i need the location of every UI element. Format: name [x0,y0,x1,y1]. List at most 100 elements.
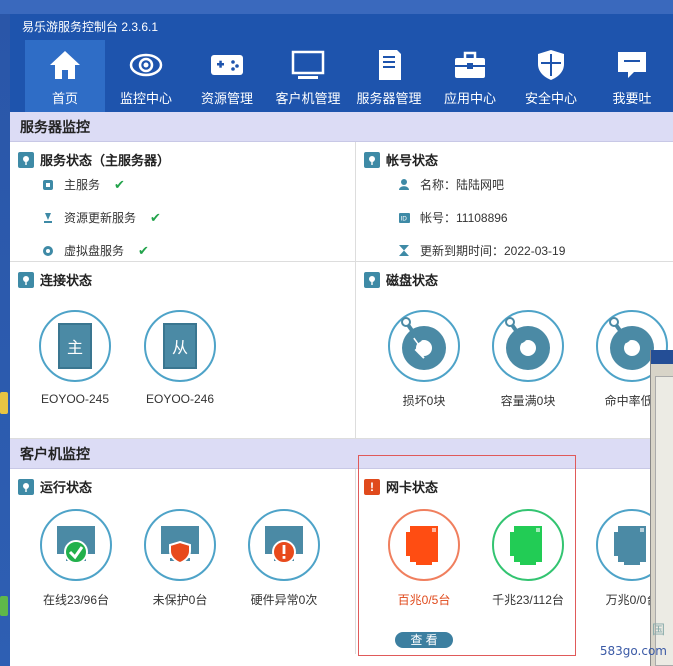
nav-item-app-center[interactable]: 应用中心 [430,40,510,112]
nav-item-home[interactable]: 首页 [25,40,105,112]
client-label: 未保护0台 [152,593,208,607]
watermark-char: 国 [651,622,665,637]
desktop-shortcut-icon[interactable] [0,392,8,414]
view-button[interactable]: 查 看 [395,632,453,648]
service-label: 主服务 [64,178,101,192]
check-icon: ✔ [114,176,125,192]
panel-title-label: 帐号状态 [386,153,439,168]
disk-circle [388,310,460,382]
disk-label: 损坏0块 [402,394,446,408]
service-resource-update: 资源更新服务 ✔ [42,209,161,226]
download-icon [42,212,54,224]
monitor-shield-icon [161,526,199,565]
panel-title-label: 连接状态 [40,273,93,288]
clients-online[interactable]: 在线23/96台 [31,509,121,608]
server-slave[interactable]: 从 EOYOO-246 [135,310,225,406]
nav-item-client-management[interactable]: 客户机管理 [268,40,348,112]
nic-1000m[interactable]: 千兆23/112台 [483,509,573,608]
clients-hardware-error[interactable]: 硬件异常0次 [239,509,329,608]
nav-item-resources[interactable]: 资源管理 [187,40,267,112]
id-card-icon: ID [398,212,410,224]
service-status-title: 服务状态（主服务器） [18,150,170,169]
hourglass-icon [398,245,410,257]
watermark: 583go.com [599,644,667,658]
desktop-top-strip [0,0,673,14]
nic-status-panel: ! 网卡状态 百兆0/5台 千兆23/112台 万兆0/0台 查 看 [356,469,673,654]
server-icon [379,50,401,80]
nic-circle [388,509,460,581]
eye-icon [129,53,163,77]
disk-label: 容量满0块 [500,394,556,408]
account-status-panel: 帐号状态 名称：陆陆网吧 ID 帐号：11108896 更新到期时间：2022-… [356,142,673,261]
gamepad-icon [211,55,243,75]
server-monitor-header: 服务器监控 [10,112,673,142]
connection-status-title: 连接状态 [18,270,92,289]
run-status-title: 运行状态 [18,477,92,496]
panel-title-label: 网卡状态 [386,480,439,495]
client-label: 硬件异常0次 [250,593,318,607]
client-circle [40,509,112,581]
nav-item-security-center[interactable]: 安全中心 [511,40,591,112]
disk-icon [505,317,550,370]
nav-item-label: 服务器管理 [356,91,422,106]
server-label: EOYOO-245 [40,392,110,406]
user-icon [398,179,410,191]
service-dot-icon [42,179,54,191]
pin-icon [18,271,34,288]
nav-item-label: 安全中心 [524,91,577,106]
nic-status-title: ! 网卡状态 [364,477,438,496]
client-circle [144,509,216,581]
account-number: ID 帐号：11108896 [398,209,508,226]
disk-damaged[interactable]: 损坏0块 [379,310,469,409]
panel-title-label: 磁盘状态 [386,273,439,288]
nic-label: 千兆23/112台 [492,593,564,607]
pin-icon [364,271,380,288]
nav-item-label: 我要吐 [612,91,652,106]
account-expire-label: 更新到期时间：2022-03-19 [420,244,566,258]
pin-icon [18,478,34,495]
disk-full[interactable]: 容量满0块 [483,310,573,409]
broken-disk-icon [401,317,446,370]
service-virtual-disk: 虚拟盘服务 ✔ [42,242,149,259]
nav-item-server-management[interactable]: 服务器管理 [349,40,429,112]
nav-item-monitor-center[interactable]: 监控中心 [106,40,186,112]
feedback-icon [618,52,646,78]
main-nav: 首页 监控中心 资源管理 客户机管理 服务器管理 应用中心 安全中心 我要吐 [10,40,673,112]
server-status-row: 服务状态（主服务器） 主服务 ✔ 资源更新服务 ✔ 虚拟盘服务 ✔ 帐号状态 名… [10,142,673,262]
account-expire: 更新到期时间：2022-03-19 [398,242,565,259]
account-number-label: 帐号：11108896 [420,211,508,225]
nic-100m[interactable]: 百兆0/5台 [379,509,469,608]
account-name: 名称：陆陆网吧 [398,176,504,193]
server-connection-row: 连接状态 主 EOYOO-245 从 EOYOO-246 磁盘状态 损坏0块 容… [10,262,673,439]
network-card-icon [406,526,438,565]
connection-status-panel: 连接状态 主 EOYOO-245 从 EOYOO-246 [10,262,356,438]
nav-item-feedback[interactable]: 我要吐 [592,40,672,112]
check-icon: ✔ [150,209,161,225]
nic-label: 百兆0/5台 [397,593,451,607]
account-status-title: 帐号状态 [364,150,438,169]
disk-circle [492,310,564,382]
nav-item-label: 资源管理 [200,91,253,106]
run-status-panel: 运行状态 在线23/96台 未保护0台 硬件异常0次 [10,469,356,654]
check-icon: ✔ [138,242,149,258]
desktop-shortcut-icon[interactable] [0,596,8,616]
nav-item-label: 客户机管理 [275,91,341,106]
overlapping-window-titlebar[interactable] [651,350,673,364]
toolbox-icon [455,51,485,78]
panel-title-label: 服务状态（主服务器） [40,153,171,168]
server-master[interactable]: 主 EOYOO-245 [30,310,120,406]
client-monitor-header: 客户机监控 [10,439,673,469]
pin-icon [18,151,34,168]
clients-unprotected[interactable]: 未保护0台 [135,509,225,608]
nic-circle [492,509,564,581]
server-label: EOYOO-246 [145,392,215,406]
client-circle [248,509,320,581]
svg-text:ID: ID [400,215,407,222]
monitor-icon [291,50,325,79]
panel-title-label: 运行状态 [40,480,93,495]
account-name-label: 名称：陆陆网吧 [420,178,505,192]
network-card-icon [510,526,542,565]
disk-status-title: 磁盘状态 [364,270,438,289]
nav-item-label: 首页 [51,91,78,106]
pin-icon [364,151,380,168]
